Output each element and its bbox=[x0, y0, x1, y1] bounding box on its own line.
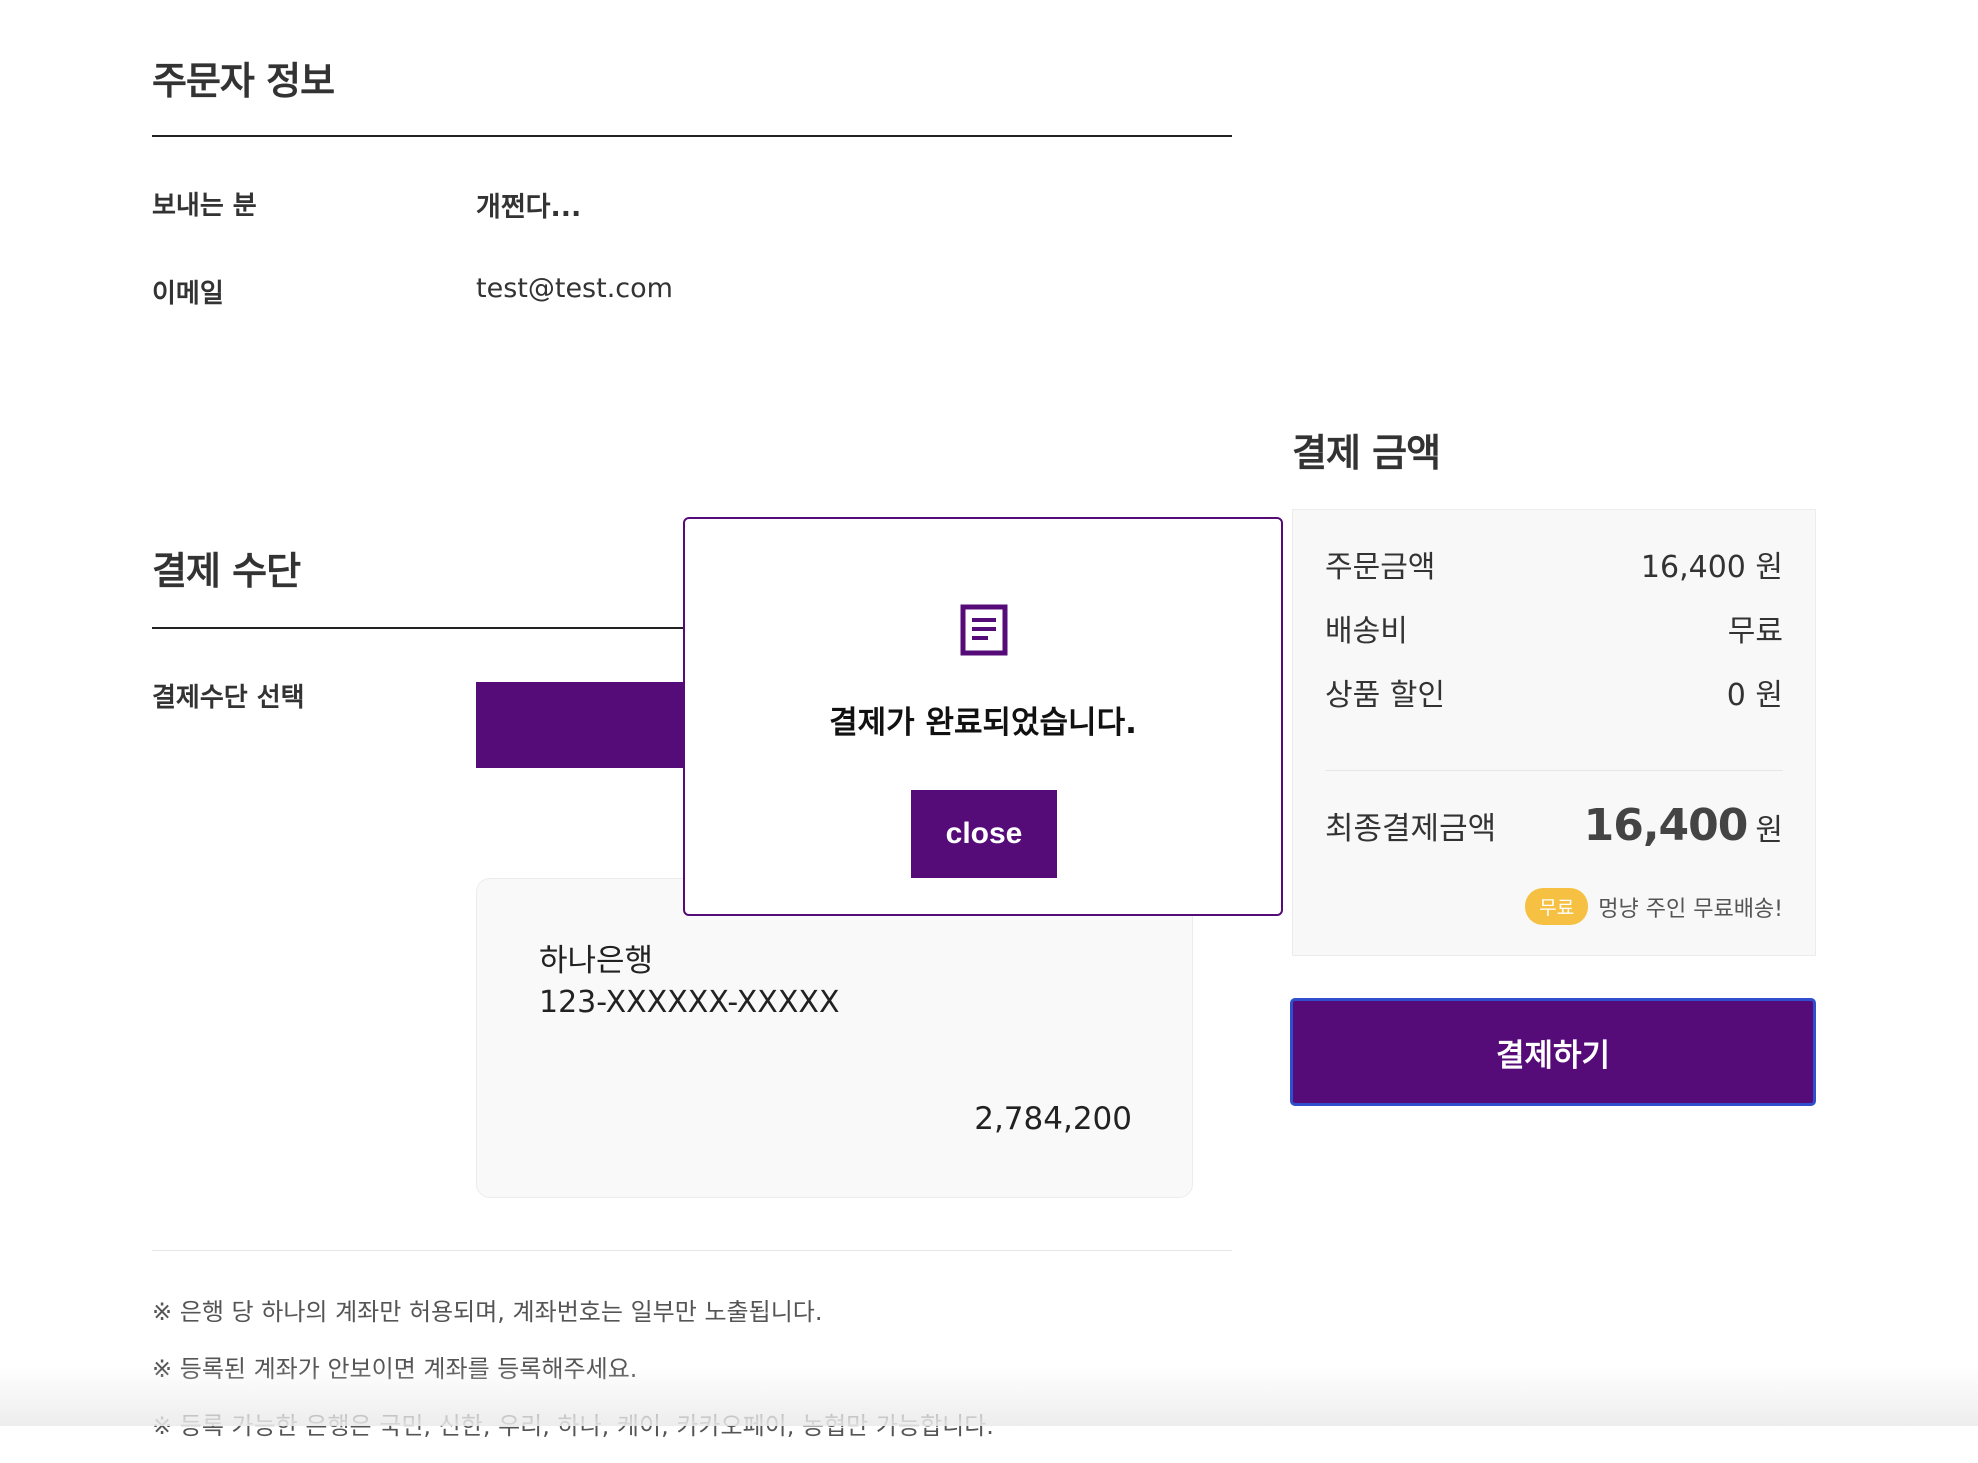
sender-value: 개쩐다... bbox=[476, 192, 582, 223]
free-shipping-note: 무료 멍냥 주인 무료배송! bbox=[1325, 888, 1783, 925]
discount-label: 상품 할인 bbox=[1325, 678, 1445, 713]
shipping-value: 무료 bbox=[1727, 614, 1783, 649]
notes-divider bbox=[152, 1250, 1232, 1251]
email-label: 이메일 bbox=[152, 279, 224, 309]
order-amount-label: 주문금액 bbox=[1325, 550, 1436, 585]
document-icon bbox=[960, 604, 1008, 660]
final-amount-label: 최종결제금액 bbox=[1325, 811, 1497, 847]
sender-label: 보내는 분 bbox=[152, 191, 257, 221]
modal-close-button[interactable]: close bbox=[911, 790, 1057, 878]
orderer-section-title: 주문자 정보 bbox=[152, 59, 335, 103]
final-amount-row: 최종결제금액 16,400 원 bbox=[1325, 800, 1783, 851]
note-item: ※ 은행 당 하나의 계좌만 허용되며, 계좌번호는 일부만 노출됩니다. bbox=[152, 1298, 823, 1326]
email-value: test@test.com bbox=[476, 273, 673, 304]
summary-divider bbox=[1325, 770, 1783, 771]
shipping-row: 배송비 무료 bbox=[1325, 606, 1783, 650]
modal-message: 결제가 완료되었습니다. bbox=[829, 705, 1137, 741]
summary-box: 주문금액 16,400 원 배송비 무료 상품 할인 0 원 최종결제금액 16… bbox=[1292, 509, 1816, 956]
free-shipping-text: 멍냥 주인 무료배송! bbox=[1598, 896, 1783, 922]
shipping-label: 배송비 bbox=[1325, 614, 1408, 649]
free-badge: 무료 bbox=[1525, 888, 1589, 925]
pay-button[interactable]: 결제하기 bbox=[1290, 998, 1816, 1106]
order-amount-row: 주문금액 16,400 원 bbox=[1325, 542, 1783, 586]
payment-method-title: 결제 수단 bbox=[152, 549, 301, 593]
account-card[interactable]: 하나은행 123-XXXXXX-XXXXX 2,784,200 bbox=[476, 878, 1193, 1198]
payment-complete-modal: 결제가 완료되었습니다. close bbox=[683, 517, 1283, 916]
order-amount-value: 16,400 원 bbox=[1640, 550, 1783, 585]
payment-method-select-label: 결제수단 선택 bbox=[152, 683, 305, 713]
bottom-fade bbox=[0, 1366, 1978, 1426]
final-amount-value: 16,400 bbox=[1583, 800, 1749, 851]
discount-value: 0 원 bbox=[1726, 678, 1783, 713]
discount-row: 상품 할인 0 원 bbox=[1325, 670, 1783, 714]
account-number: 123-XXXXXX-XXXXX bbox=[539, 985, 840, 1020]
final-amount-unit: 원 bbox=[1755, 813, 1783, 848]
payment-method-divider bbox=[152, 627, 692, 629]
summary-title: 결제 금액 bbox=[1292, 431, 1441, 475]
account-balance: 2,784,200 bbox=[974, 1101, 1132, 1137]
orderer-divider bbox=[152, 135, 1232, 137]
bank-name: 하나은행 bbox=[539, 943, 654, 979]
